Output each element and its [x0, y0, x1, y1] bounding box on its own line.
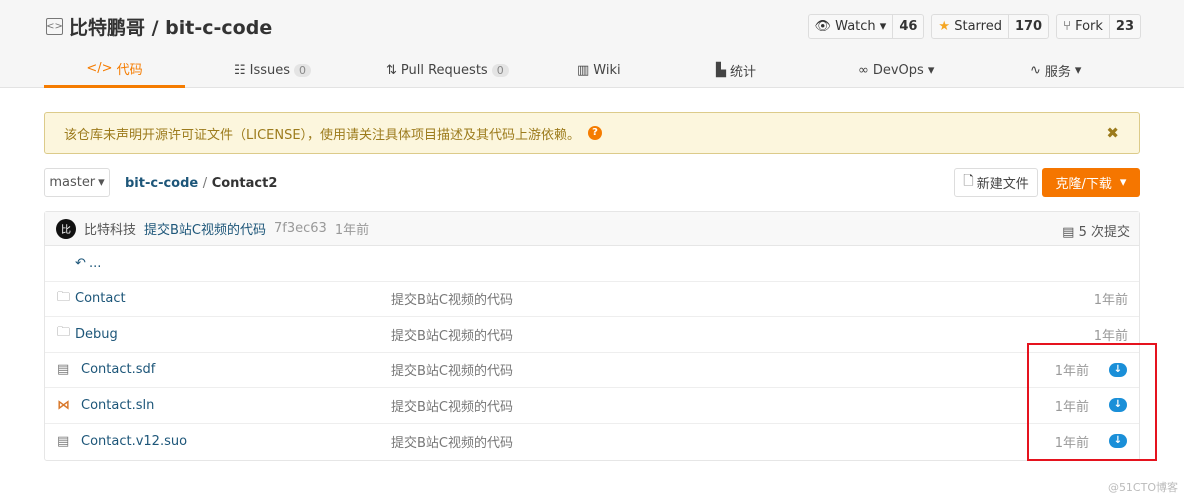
- bar-chart-icon: ▙: [716, 62, 726, 78]
- repo-code-icon: <>: [46, 18, 63, 35]
- file-time: 1年前: [1093, 328, 1128, 344]
- tab-issues[interactable]: ☷ Issues 0: [234, 52, 312, 88]
- file-time: 1年前: [1093, 293, 1128, 309]
- file-commit-message[interactable]: 提交B站C视频的代码: [391, 396, 513, 415]
- clone-download-button[interactable]: 克隆/下载 ▾: [1042, 168, 1140, 197]
- folder-icon: 🗀: [57, 325, 71, 341]
- highlight-box: [1027, 343, 1157, 461]
- file-name[interactable]: Contact.sln: [81, 398, 154, 413]
- tab-wiki[interactable]: ▥ Wiki: [577, 52, 621, 88]
- tab-label: 统计: [730, 64, 757, 80]
- code-icon: </>: [86, 61, 113, 76]
- tab-devops[interactable]: ∞ DevOps ▾: [858, 52, 934, 88]
- tab-stats[interactable]: ▙ 统计: [716, 52, 756, 88]
- file-text-icon: ▤: [57, 362, 70, 378]
- new-file-button[interactable]: 🗋 新建文件: [954, 168, 1038, 197]
- commit-author[interactable]: 比特科技: [84, 219, 136, 238]
- issues-count: 0: [294, 63, 312, 77]
- history-icon: ▤: [1062, 225, 1075, 240]
- tab-services[interactable]: ∿ 服务 ▾: [1030, 52, 1081, 88]
- file-row: ▤ Contact.sdf 提交B站C视频的代码 1年前 ↓: [45, 353, 1139, 388]
- pull-request-icon: ⇅: [386, 62, 397, 78]
- avatar[interactable]: 比: [56, 218, 76, 239]
- caret-down-icon: ▾: [1119, 175, 1127, 190]
- tab-label: DevOps: [872, 62, 924, 78]
- parent-dir-link[interactable]: ...: [89, 256, 101, 271]
- branch-name: master: [49, 175, 96, 190]
- file-icon: 🗋: [963, 173, 974, 189]
- tab-pull-requests[interactable]: ⇅ Pull Requests 0: [386, 52, 509, 88]
- file-row: 🗀 Debug 提交B站C视频的代码 1年前: [45, 317, 1139, 353]
- close-icon[interactable]: ✖: [1106, 124, 1119, 142]
- file-row: 🗀 Contact 提交B站C视频的代码 1年前: [45, 282, 1139, 317]
- visual-studio-icon: ⋈: [57, 397, 70, 413]
- eye-icon: 👁: [814, 19, 832, 34]
- fork-icon: ⑂: [1063, 19, 1071, 34]
- star-count[interactable]: 170: [1007, 15, 1048, 38]
- folder-icon: 🗀: [57, 289, 71, 305]
- commit-message[interactable]: 提交B站C视频的代码: [144, 219, 266, 238]
- fork-label: Fork: [1075, 19, 1103, 34]
- file-commit-message[interactable]: 提交B站C视频的代码: [391, 325, 513, 344]
- commit-count[interactable]: ▤ 5 次提交: [1062, 221, 1130, 240]
- breadcrumb-sep: /: [202, 176, 208, 191]
- star-icon: ★: [938, 19, 951, 34]
- star-label: Starred: [954, 19, 1002, 34]
- help-icon[interactable]: ?: [588, 126, 603, 140]
- file-name[interactable]: Contact: [75, 291, 126, 306]
- commit-time: 1年前: [334, 223, 370, 238]
- tab-code[interactable]: </> 代码: [44, 52, 185, 88]
- breadcrumb-current: Contact2: [211, 176, 278, 191]
- file-text-icon: ▤: [57, 433, 70, 449]
- license-notice: 该仓库未声明开源许可证文件（LICENSE），使用请关注具体项目描述及其代码上游…: [44, 112, 1140, 154]
- file-row: ⋈ Contact.sln 提交B站C视频的代码 1年前 ↓: [45, 388, 1139, 424]
- back-arrow-icon: ↶: [75, 255, 86, 271]
- tab-label: Issues: [249, 62, 291, 78]
- file-name[interactable]: Contact.sdf: [81, 362, 155, 377]
- commit-hash[interactable]: 7f3ec63: [274, 221, 327, 236]
- pulse-icon: ∿: [1030, 62, 1041, 78]
- tab-label: 服务: [1044, 64, 1071, 80]
- watch-count[interactable]: 46: [892, 15, 923, 38]
- file-commit-message[interactable]: 提交B站C视频的代码: [391, 289, 513, 308]
- watch-button[interactable]: 👁 Watch ▾ 46: [807, 14, 925, 39]
- caret-down-icon: ▾: [98, 175, 105, 190]
- file-commit-message[interactable]: 提交B站C视频的代码: [391, 432, 513, 451]
- breadcrumb-root[interactable]: bit-c-code: [125, 176, 198, 191]
- infinity-icon: ∞: [858, 62, 869, 78]
- tab-label: 代码: [116, 63, 143, 78]
- file-commit-message[interactable]: 提交B站C视频的代码: [391, 360, 513, 379]
- breadcrumb: bit-c-code / Contact2: [125, 176, 277, 191]
- caret-down-icon: ▾: [1074, 62, 1082, 78]
- wiki-icon: ▥: [577, 62, 590, 78]
- file-row: ▤ Contact.v12.suo 提交B站C视频的代码 1年前 ↓: [45, 424, 1139, 460]
- notice-text: 该仓库未声明开源许可证文件（LICENSE），使用请关注具体项目描述及其代码上游…: [64, 127, 581, 143]
- caret-down-icon: ▾: [927, 62, 935, 78]
- file-name[interactable]: Debug: [75, 327, 118, 342]
- star-button[interactable]: ★ Starred 170: [931, 14, 1050, 39]
- parent-dir-row[interactable]: ↶...: [45, 246, 1139, 282]
- new-file-label: 新建文件: [976, 177, 1029, 192]
- watermark: @51CTO博客: [1107, 481, 1178, 494]
- watch-label: Watch: [835, 19, 876, 34]
- branch-select[interactable]: master ▾: [44, 168, 110, 197]
- fork-button[interactable]: ⑂ Fork 23: [1056, 14, 1141, 39]
- repo-title-text[interactable]: 比特鹏哥 / bit-c-code: [69, 13, 272, 40]
- repo-header: <> 比特鹏哥 / bit-c-code 👁 Watch ▾ 46 ★ Starr…: [0, 0, 1184, 88]
- commit-count-text: 5 次提交: [1078, 225, 1130, 240]
- fork-count[interactable]: 23: [1108, 15, 1140, 38]
- tab-label: Wiki: [593, 62, 621, 78]
- latest-commit: 比 比特科技 提交B站C视频的代码 7f3ec63 1年前 ▤ 5 次提交: [45, 212, 1139, 246]
- file-table: 比 比特科技 提交B站C视频的代码 7f3ec63 1年前 ▤ 5 次提交 ↶.…: [44, 211, 1140, 461]
- pr-count: 0: [491, 63, 509, 77]
- issues-icon: ☷: [234, 62, 246, 78]
- clone-label: 克隆/下载: [1055, 177, 1112, 192]
- repo-tabs: </> 代码 ☷ Issues 0 ⇅ Pull Requests 0 ▥ Wiki ▙ 统计…: [44, 52, 1140, 88]
- repo-title: <> 比特鹏哥 / bit-c-code: [46, 13, 272, 40]
- file-name[interactable]: Contact.v12.suo: [81, 434, 187, 449]
- tab-label: Pull Requests: [400, 62, 488, 78]
